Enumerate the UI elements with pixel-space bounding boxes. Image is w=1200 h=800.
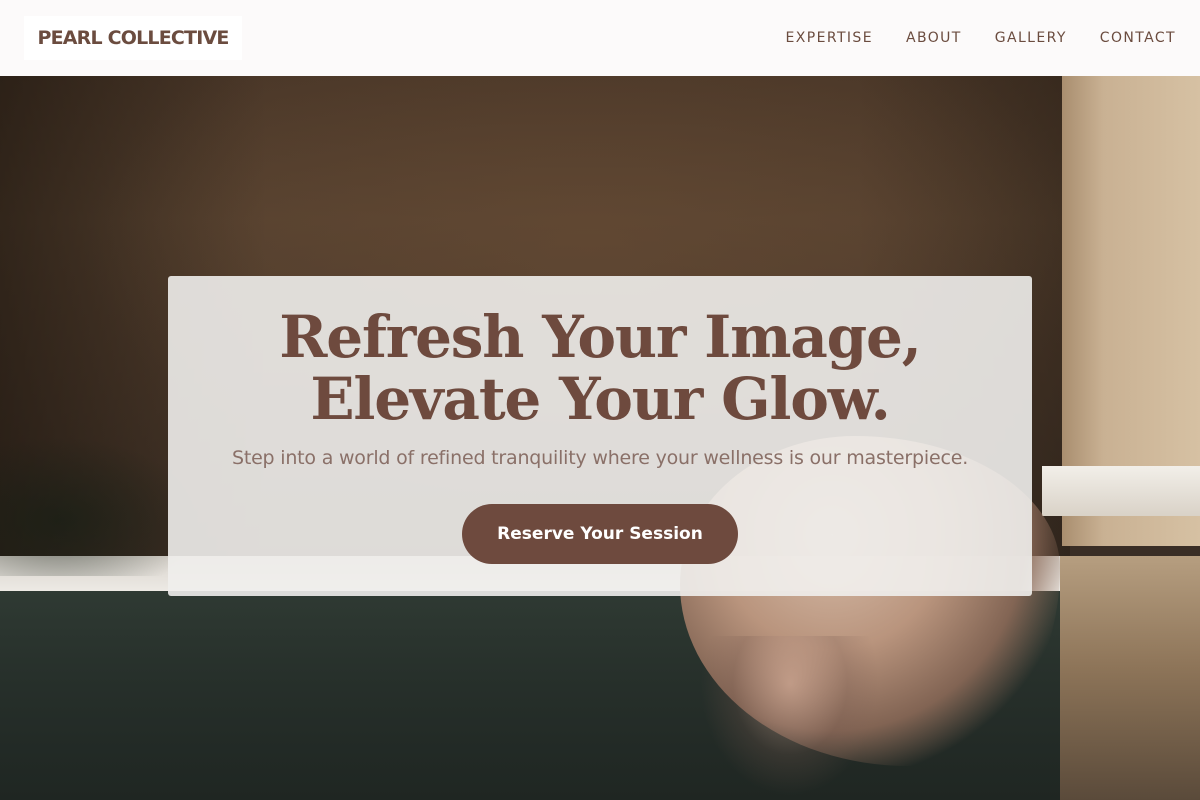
hero-background-water-right (1060, 556, 1200, 800)
hero-card: Refresh Your Image, Elevate Your Glow. S… (168, 276, 1032, 596)
hero-subline: Step into a world of refined tranquility… (231, 447, 969, 469)
hero-background-ledge (1042, 466, 1200, 516)
nav-item-about[interactable]: ABOUT (906, 30, 962, 46)
reserve-session-button[interactable]: Reserve Your Session (462, 504, 738, 564)
site-header: PEARL COLLECTIVE EXPERTISE ABOUT GALLERY… (0, 0, 1200, 76)
nav-item-gallery[interactable]: GALLERY (995, 30, 1067, 46)
page: PEARL COLLECTIVE EXPERTISE ABOUT GALLERY… (0, 0, 1200, 800)
logo[interactable]: PEARL COLLECTIVE (24, 16, 242, 60)
hero-headline: Refresh Your Image, Elevate Your Glow. (279, 303, 922, 433)
nav-item-contact[interactable]: CONTACT (1100, 30, 1176, 46)
main-nav: EXPERTISE ABOUT GALLERY CONTACT (786, 0, 1176, 76)
hero-background-reflection (700, 636, 880, 796)
nav-item-expertise[interactable]: EXPERTISE (786, 30, 873, 46)
